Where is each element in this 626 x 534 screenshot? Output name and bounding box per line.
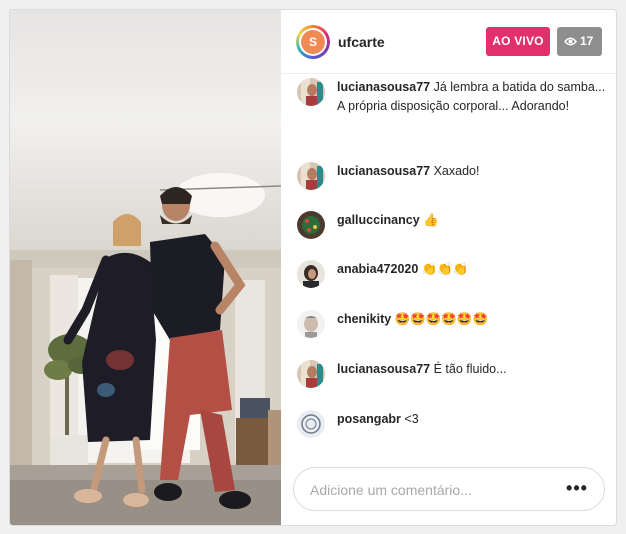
comment-body: galluccinancy 👍: [337, 211, 607, 230]
commenter-avatar[interactable]: [297, 360, 325, 388]
viewer-count: 17: [580, 34, 594, 48]
comment-username[interactable]: chenikity: [337, 312, 391, 326]
comment-username[interactable]: galluccinancy: [337, 213, 420, 227]
comment-username[interactable]: posangabr: [337, 412, 401, 426]
comment-username[interactable]: lucianasousa77: [337, 80, 430, 94]
comment-text: 👍: [423, 213, 439, 227]
chat-panel: S ufcarte AO VIVO 17 lucianasousa77 Já l…: [281, 10, 616, 525]
host-avatar-initial: S: [301, 30, 325, 54]
commenter-avatar[interactable]: [297, 260, 325, 288]
host-username[interactable]: ufcarte: [338, 34, 385, 50]
commenter-avatar-image: [297, 360, 325, 388]
comment-username[interactable]: anabia472020: [337, 262, 418, 276]
comment-body: chenikity 🤩🤩🤩🤩🤩🤩: [337, 310, 607, 329]
comment-body: lucianasousa77 Xaxado!: [337, 162, 607, 181]
commenter-avatar[interactable]: [297, 78, 325, 106]
commenter-avatar-image: [297, 211, 325, 239]
video-frame: [10, 173, 281, 525]
comment-text: É tão fluido...: [433, 362, 507, 376]
comment-username[interactable]: lucianasousa77: [337, 164, 430, 178]
comment-body: anabia472020 👏👏👏: [337, 260, 607, 279]
comment-body: lucianasousa77 Já lembra a batida do sam…: [337, 78, 607, 116]
host-avatar-inner: S: [299, 28, 327, 56]
eye-icon: [564, 37, 577, 46]
comment-body: lucianasousa77 É tão fluido...: [337, 360, 607, 379]
live-stream-window: S ufcarte AO VIVO 17 lucianasousa77 Já l…: [9, 9, 617, 526]
comment-text: 👏👏👏: [421, 262, 469, 276]
commenter-avatar-image: [297, 260, 325, 288]
comment-text: <3: [404, 412, 419, 426]
commenter-avatar-image: [297, 410, 325, 438]
comment-input[interactable]: [310, 478, 550, 502]
comments-list[interactable]: lucianasousa77 Já lembra a batida do sam…: [281, 74, 616, 458]
commenter-avatar[interactable]: [297, 410, 325, 438]
commenter-avatar-image: [297, 78, 325, 106]
host-avatar[interactable]: S: [296, 25, 330, 59]
comment-username[interactable]: lucianasousa77: [337, 362, 430, 376]
stream-header: S ufcarte AO VIVO 17: [281, 10, 616, 74]
live-badge: AO VIVO: [486, 27, 550, 56]
viewer-count-badge: 17: [557, 27, 602, 56]
comment-text: Xaxado!: [433, 164, 480, 178]
comment-composer: •••: [293, 467, 605, 511]
more-options-button[interactable]: •••: [562, 479, 592, 501]
live-video[interactable]: [10, 10, 281, 525]
comment-text: 🤩🤩🤩🤩🤩🤩: [394, 312, 489, 326]
commenter-avatar[interactable]: [297, 310, 325, 338]
commenter-avatar[interactable]: [297, 162, 325, 190]
commenter-avatar-image: [297, 310, 325, 338]
comment-body: posangabr <3: [337, 410, 607, 429]
commenter-avatar[interactable]: [297, 211, 325, 239]
commenter-avatar-image: [297, 162, 325, 190]
